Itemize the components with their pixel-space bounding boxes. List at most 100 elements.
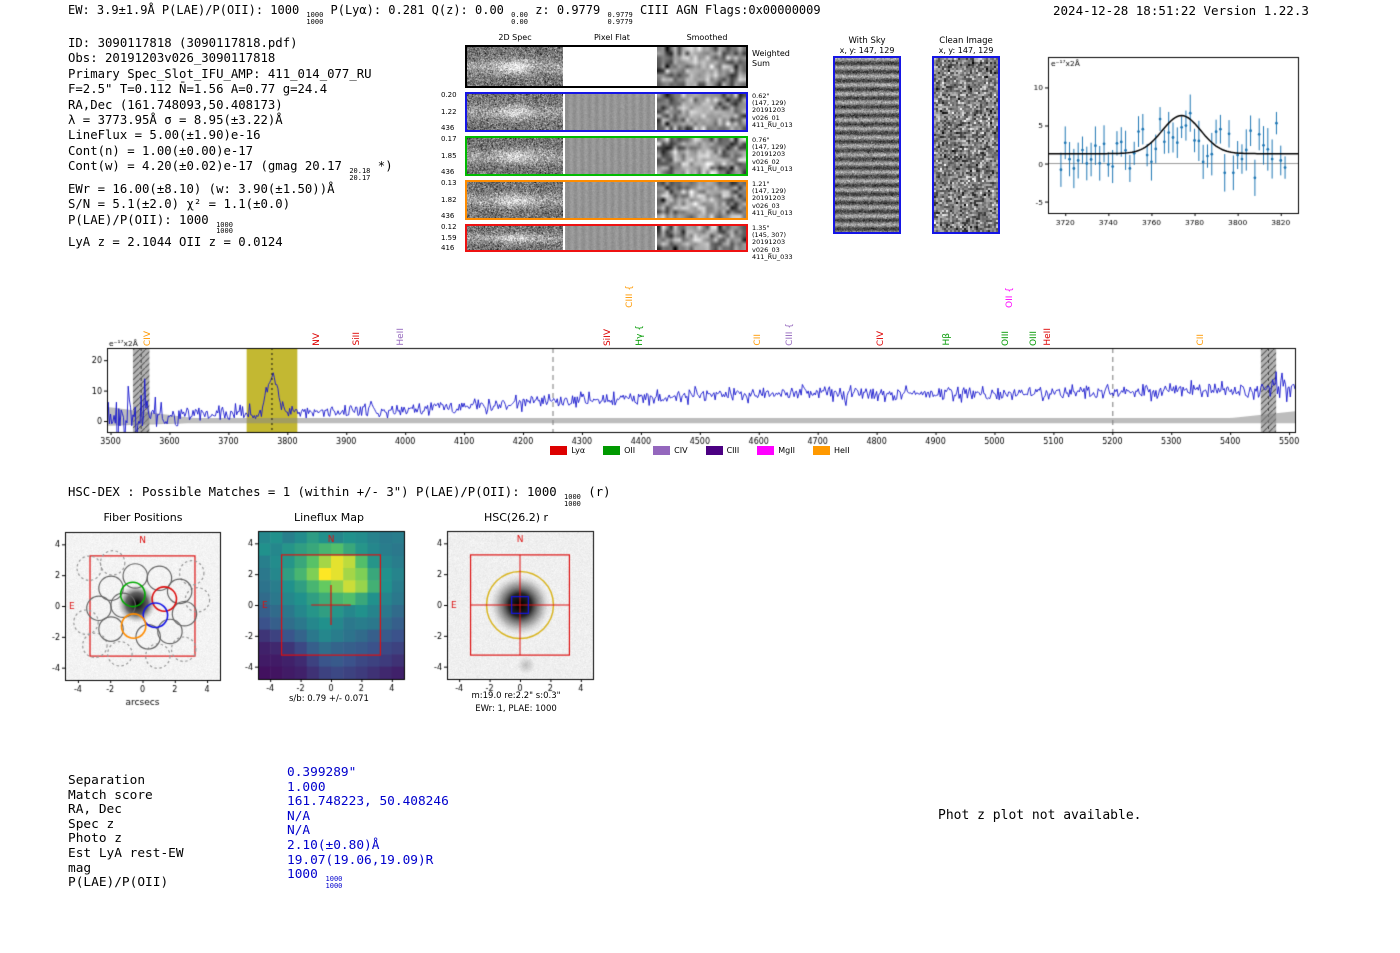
legend-swatch — [550, 446, 568, 455]
legend-label: CIII — [726, 446, 740, 455]
stacked-fraction: 20.18 20.17 — [349, 167, 371, 183]
text-segment: LineFlux = 5.00(±1.90)e-16 — [68, 128, 261, 143]
match-row-label: Separation — [68, 773, 146, 788]
info-line: LyA z = 2.1044 OII z = 0.0124 — [68, 235, 393, 250]
col-header-2d-spec: 2D Spec — [498, 33, 532, 42]
cutout-image — [657, 182, 746, 218]
clean-image-canvas — [934, 58, 998, 232]
match-row-label: mag — [68, 860, 92, 876]
cutout-image — [565, 94, 655, 130]
cutout-image — [565, 138, 655, 174]
match-row-value: 1.000 — [287, 779, 449, 796]
match-table-values: 0.399289" 1.000 161.748223, 50.408246 N/A N/… — [287, 765, 449, 889]
legend-label: HeII — [833, 446, 850, 455]
header-datetime-version: 2024-12-28 18:51:22 Version 1.22.3 — [1053, 3, 1309, 18]
cutout-image — [565, 226, 655, 250]
match-row-value: N/A — [287, 824, 449, 839]
info-line: P(LAE)/P(OII): 1000 1000 1000 — [68, 213, 393, 236]
match-row-value: 19.07(19.06,19.09)R — [287, 852, 449, 869]
with-sky-image-frame — [833, 56, 901, 234]
cutout-row — [465, 92, 748, 132]
photz-unavailable-note: Phot z plot not available. — [938, 808, 1142, 823]
text-segment: CIII AGN Flags:0x00000009 — [632, 3, 821, 17]
emission-line-label: OII { — [1004, 287, 1015, 308]
info-line: Cont(w) = 4.20(±0.02)e-17 (gmag 20.17 20… — [68, 159, 393, 182]
fiber-positions-canvas — [48, 522, 232, 722]
cutout-row-annotation: 0.76" (147, 129) 20191203 v026_02 411_RU_013 — [752, 136, 793, 173]
info-line: EWr = 16.00(±8.10) (w: 3.90(±1.50))Å — [68, 182, 393, 197]
col-header-pixel-flat: Pixel Flat — [594, 33, 630, 42]
stacked-fraction: 1000 1000 — [564, 493, 581, 508]
legend-item: OII — [603, 446, 635, 455]
text-segment: Primary Spec_Slot_IFU_AMP: 411_014_077_R… — [68, 66, 372, 81]
stacked-fraction: 1000 1000 — [306, 11, 324, 26]
text-segment: RA,Dec (161.748093,50.408173) — [68, 97, 283, 112]
legend-swatch — [812, 446, 830, 455]
legend-item: MgII — [757, 446, 795, 455]
stacked-fraction: 0.9779 0.9779 — [607, 11, 633, 26]
legend-label: Lyα — [571, 446, 586, 455]
text-segment: 161.748223, 50.408246 — [287, 794, 449, 810]
with-sky-title: With Sky — [848, 36, 886, 46]
text-segment: HSC-DEX : Possible Matches = 1 (within +… — [68, 485, 565, 499]
cutout-row-left-values: 0.12 1.59 416 — [441, 223, 457, 252]
match-row-label: Match score — [68, 787, 153, 803]
cutout-row — [465, 180, 748, 220]
detection-info-block: ID: 3090117818 (3090117818.pdf) Obs: 2019… — [68, 36, 393, 251]
clean-image-frame — [932, 56, 1000, 234]
cutout-row-annotation: 0.62" (147, 129) 20191203 v026_01 411_RU_013 — [752, 92, 793, 129]
hsc-cutout-caption-2: EWr: 1, PLAE: 1000 — [475, 704, 557, 714]
text-segment: EWr = 16.00(±8.10) (w: 3.90(±1.50))Å — [68, 181, 335, 196]
legend-item: CIV — [653, 446, 688, 455]
line-fit-plot-canvas — [1010, 48, 1308, 230]
info-line: Cont(n) = 1.00(±0.00)e-17 — [68, 144, 393, 159]
cutout-image — [467, 94, 563, 130]
text-segment: EW: 3.9±1.9Å — [68, 3, 162, 17]
info-line: S/N = 5.1(±2.0) χ² = 1.1(±0.0) — [68, 197, 393, 212]
clean-image-title: Clean Image — [939, 36, 993, 46]
clean-image-caption: x, y: 147, 129 — [938, 46, 994, 55]
text-segment: 0.399289" — [287, 765, 357, 780]
info-line: Primary Spec_Slot_IFU_AMP: 411_014_077_R… — [68, 67, 393, 82]
legend-swatch — [705, 446, 723, 455]
text-segment: LyA z = 2.1044 OII z = 0.0124 — [68, 235, 283, 250]
match-row-label: Photo z — [68, 831, 122, 847]
cutout-row-left-values: 0.13 1.82 436 — [441, 179, 457, 220]
match-row-label: Spec z — [68, 816, 115, 832]
cutout-row — [465, 224, 748, 252]
text-segment: (r) — [580, 485, 611, 499]
legend-item: CIII — [705, 446, 740, 455]
text-segment: S/N = 5.1(±2.0) χ² = 1.1(±0.0) — [68, 197, 291, 212]
with-sky-caption: x, y: 147, 129 — [839, 46, 895, 55]
text-segment: 1.000 — [287, 779, 326, 795]
text-segment: z: 0.9779 — [527, 3, 608, 17]
emission-line-label: CIII { — [624, 285, 635, 308]
text-segment: P(LAE)/P(OII): 1000 — [68, 212, 217, 227]
info-line: λ = 3773.95Å σ = 8.95(±3.22)Å — [68, 113, 393, 128]
text-segment: 1000 — [287, 867, 326, 883]
cutout-row-annotation: 1.21" (147, 129) 20191203 v026_03 411_RU_013 — [752, 180, 793, 217]
lineflux-map-caption: s/b: 0.79 +/- 0.071 — [289, 694, 369, 704]
text-segment: 2.10(±0.80)Å — [287, 837, 380, 853]
text-segment: *) — [370, 159, 393, 174]
text-segment: λ = 3773.95Å σ = 8.95(±3.22)Å — [68, 113, 283, 128]
info-line: Obs: 20191203v026_3090117818 — [68, 51, 393, 66]
text-segment: 19.07(19.06,19.09)R — [287, 852, 434, 868]
hsc-cutout-caption-1: m:19.0 re:2.2" s:0.3" — [471, 691, 561, 701]
stacked-fraction: 1000 1000 — [216, 220, 233, 236]
weighted-sum-label: Weighted Sum — [752, 49, 790, 68]
cutout-image — [467, 226, 563, 250]
cutout-image — [657, 138, 746, 174]
legend-label: OII — [624, 446, 636, 455]
text-segment: Cont(n) = 1.00(±0.00)e-17 — [68, 143, 254, 158]
text-segment: ID: 3090117818 (3090117818.pdf) — [68, 36, 298, 50]
info-line: RA,Dec (161.748093,50.408173) — [68, 98, 393, 113]
match-row-value: N/A — [287, 808, 449, 825]
text-segment: N/A — [287, 823, 311, 839]
cutout-image — [565, 47, 655, 86]
match-table-labels: Separation Match score RA, Dec Spec z Photo … — [68, 773, 184, 891]
text-segment: P(LAE)/P(OII): 1000 — [161, 3, 307, 17]
hsc-dex-match-summary: HSC-DEX : Possible Matches = 1 (within +… — [68, 485, 611, 508]
text-segment: Obs: 20191203v026_3090117818 — [68, 51, 276, 66]
text-segment: N/A — [287, 808, 311, 824]
